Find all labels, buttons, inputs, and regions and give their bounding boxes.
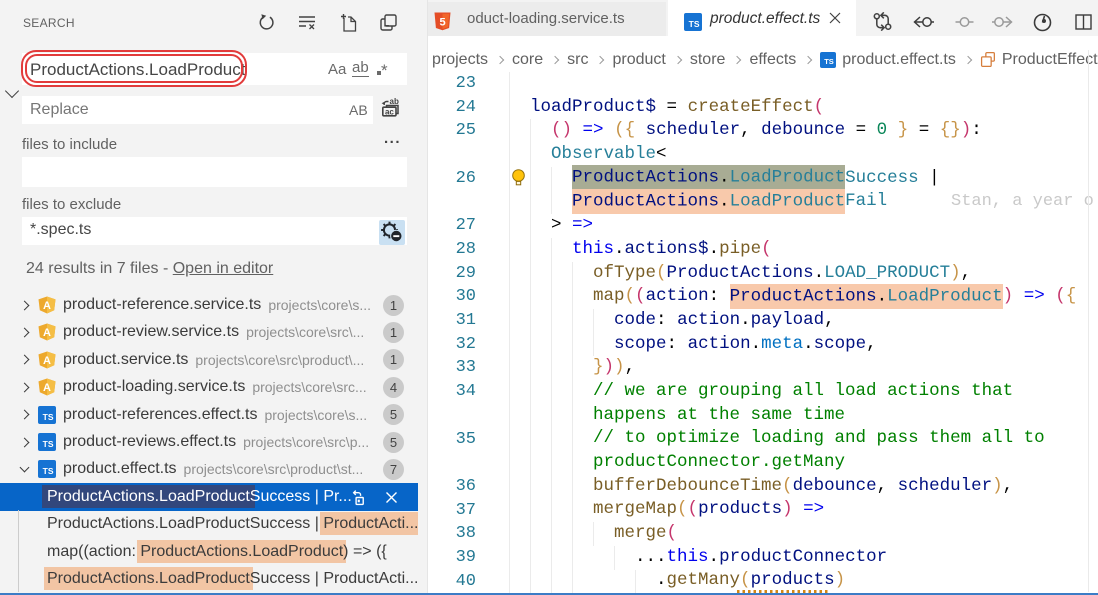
svg-text:A: A	[43, 355, 51, 367]
svg-text:A: A	[43, 382, 51, 394]
svg-text:5: 5	[439, 17, 445, 29]
svg-text:ab: ab	[390, 97, 399, 106]
svg-text:A: A	[43, 300, 51, 312]
svg-text:A: A	[43, 327, 51, 339]
svg-text:ac: ac	[385, 107, 394, 116]
